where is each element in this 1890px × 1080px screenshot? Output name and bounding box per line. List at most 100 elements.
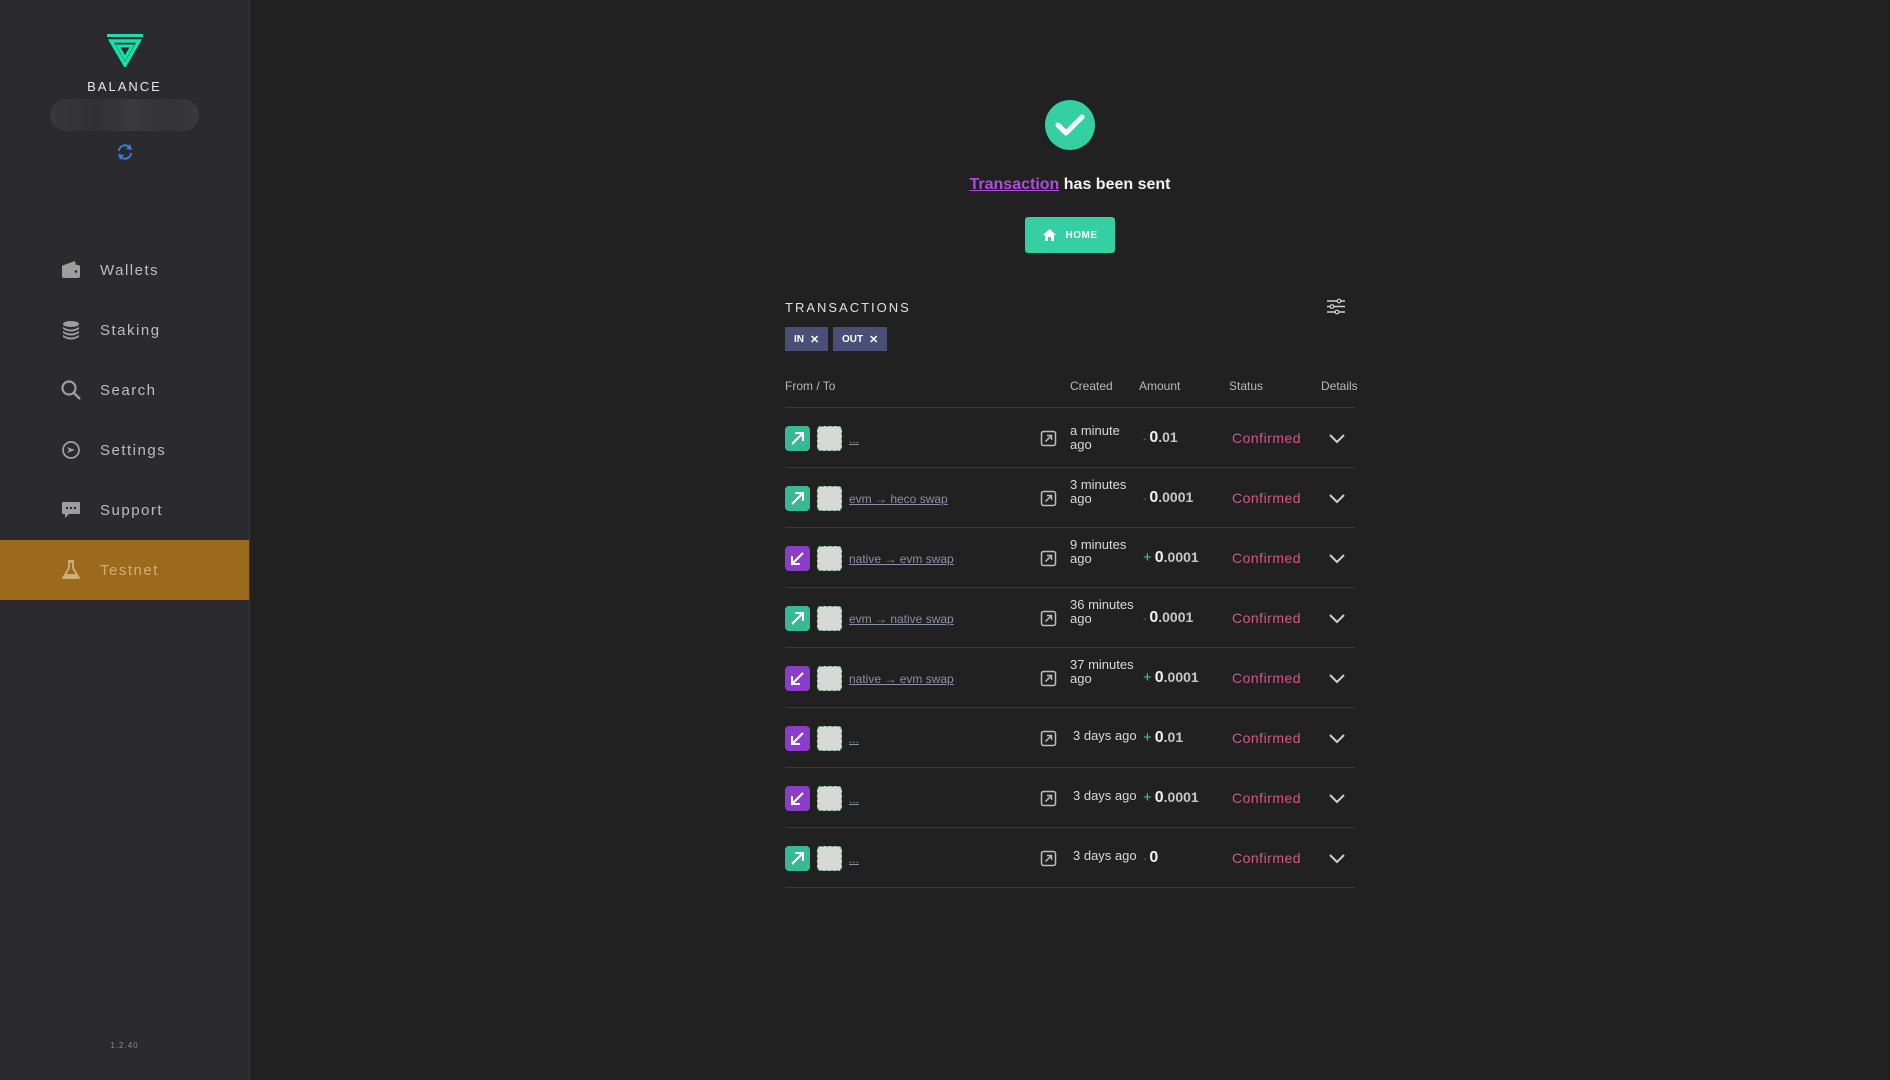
table-row: ... 3 days ago +0.0001 Confirmed [785,767,1355,827]
external-link-icon[interactable] [1040,730,1057,747]
amount-value: -0.01 [1143,429,1178,447]
table-row: evm → native swap 36 minutes ago -0.0001 Co… [785,587,1355,647]
created-time: 37 minutes ago [1070,657,1134,686]
status-badge: Confirmed [1232,670,1302,686]
status-badge: Confirmed [1232,490,1302,506]
sidebar-item-label: Staking [100,321,161,339]
external-link-icon[interactable] [1040,430,1057,447]
transaction-label-link[interactable]: ... [849,852,859,866]
created-time: a minute ago [1070,423,1120,452]
chevron-down-icon[interactable] [1328,670,1346,686]
amount-sign: + [1143,789,1152,806]
status-badge: Confirmed [1232,430,1302,446]
external-link-icon[interactable] [1040,490,1057,507]
sidebar-item-search[interactable]: Search [0,360,249,420]
external-link-icon[interactable] [1040,790,1057,807]
amount-integer: 0 [1154,669,1164,686]
token-avatar [817,426,842,451]
home-button-label: HOME [1065,229,1098,241]
column-header-from-to: From / To [785,379,836,393]
chat-bubble-icon [62,502,80,518]
sidebar-item-staking[interactable]: Staking [0,300,249,360]
wallet-icon [62,261,80,278]
home-button[interactable]: HOME [1025,217,1115,253]
amount-value: -0.0001 [1143,489,1193,507]
amount-fraction: .0001 [1163,669,1199,685]
close-icon[interactable]: ✕ [810,333,819,346]
arrow-up-right-icon [791,852,804,865]
outgoing-badge [785,846,810,871]
filter-sliders-icon[interactable] [1326,298,1346,315]
transaction-label-link[interactable]: native → evm swap [849,552,954,566]
incoming-badge [785,726,810,751]
balance-title: BALANCE [87,79,162,94]
token-avatar [817,726,842,751]
amount-fraction: .0001 [1163,789,1199,805]
chevron-down-icon[interactable] [1328,730,1346,746]
created-time: 36 minutes ago [1070,597,1134,626]
amount-sign: - [1143,434,1147,445]
home-icon [1042,229,1056,241]
filter-chip-in[interactable]: IN ✕ [785,327,829,351]
amount-sign: - [1143,614,1147,625]
status-badge: Confirmed [1232,550,1302,566]
filter-chip-label: IN [794,333,804,345]
amount-sign: + [1143,549,1152,566]
external-link-icon[interactable] [1040,610,1057,627]
table-row: ... a minute ago -0.01 Confirmed [785,407,1355,467]
table-row: evm → heco swap 3 minutes ago -0.0001 Confi… [785,467,1355,527]
amount-value: -0 [1143,849,1158,867]
token-avatar [817,546,842,571]
sidebar-item-wallets[interactable]: Wallets [0,240,249,300]
chevron-down-icon[interactable] [1328,550,1346,566]
external-link-icon[interactable] [1040,550,1057,567]
transaction-label-link[interactable]: ... [849,792,859,806]
balance-value-hidden [50,99,199,131]
transaction-label-link[interactable]: ... [849,432,859,446]
status-badge: Confirmed [1232,850,1302,866]
sidebar-item-label: Settings [100,441,167,459]
transactions-title: TRANSACTIONS [785,300,911,315]
chevron-down-icon[interactable] [1328,850,1346,866]
amount-sign: - [1143,494,1147,505]
transaction-link[interactable]: Transaction [970,176,1060,193]
table-row: ... 3 days ago -0 Confirmed [785,827,1355,888]
amount-integer: 0 [1149,609,1159,626]
refresh-icon[interactable] [115,142,135,162]
sidebar-item-settings[interactable]: Settings [0,420,249,480]
transaction-label-link[interactable]: native → evm swap [849,672,954,686]
amount-sign: - [1143,854,1147,865]
outgoing-badge [785,426,810,451]
amount-value: +0.0001 [1143,669,1199,687]
outgoing-badge [785,486,810,511]
external-link-icon[interactable] [1040,670,1057,687]
sidebar-item-support[interactable]: Support [0,480,249,540]
close-icon[interactable]: ✕ [869,333,878,346]
amount-fraction: .01 [1158,429,1178,445]
chevron-down-icon[interactable] [1328,610,1346,626]
amount-integer: 0 [1149,429,1159,446]
external-link-icon[interactable] [1040,850,1057,867]
amount-integer: 0 [1154,549,1164,566]
table-row: native → evm swap 9 minutes ago +0.0001 Con… [785,527,1355,587]
created-time: 3 minutes ago [1070,477,1127,506]
chevron-down-icon[interactable] [1328,430,1346,446]
chevron-down-icon[interactable] [1328,790,1346,806]
filter-chip-out[interactable]: OUT ✕ [833,327,888,351]
sidebar-item-label: Support [100,501,164,519]
outgoing-badge [785,606,810,631]
amount-integer: 0 [1154,729,1164,746]
arrow-up-right-icon [791,492,804,505]
flask-icon [61,560,81,579]
chevron-down-icon[interactable] [1328,490,1346,506]
column-header-amount: Amount [1139,379,1181,393]
transaction-label-link[interactable]: ... [849,732,859,746]
table-row: ... 3 days ago +0.01 Confirmed [785,707,1355,767]
transaction-label-link[interactable]: evm → native swap [849,612,954,626]
sidebar-item-testnet[interactable]: Testnet [0,540,249,600]
success-check-icon [1045,100,1095,150]
transaction-label-link[interactable]: evm → heco swap [849,492,948,506]
incoming-badge [785,786,810,811]
transaction-sent-message: Transaction has been sent [850,176,1290,194]
amount-fraction: .0001 [1163,549,1199,565]
